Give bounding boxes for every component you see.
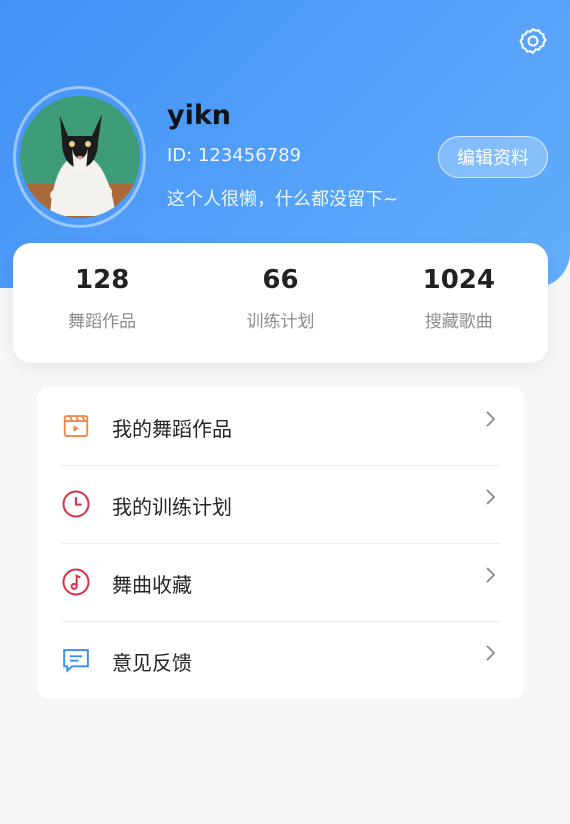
feedback-icon — [63, 649, 89, 673]
username: yikn — [167, 100, 232, 131]
stat-label: 舞蹈作品 — [68, 312, 137, 332]
clock-icon — [62, 490, 90, 518]
menu-list: 我的舞蹈作品 我的训练计划 舞曲收藏 意见反馈 — [37, 387, 524, 699]
menu-item-label: 我的舞蹈作品 — [112, 417, 232, 441]
cat-photo — [19, 96, 140, 218]
stat-value: 66 — [262, 265, 299, 295]
music-note-icon — [62, 568, 90, 596]
menu-item-label: 我的训练计划 — [112, 495, 232, 519]
chevron-right-icon — [486, 567, 496, 583]
gear-icon[interactable] — [518, 26, 548, 56]
stat-label: 搜藏歌曲 — [424, 312, 493, 332]
stat-value: 128 — [75, 265, 130, 295]
stat-dance-works[interactable]: 128 舞蹈作品 — [13, 243, 191, 363]
stat-training-plans[interactable]: 66 训练计划 — [191, 243, 369, 363]
avatar-ring — [13, 86, 146, 228]
menu-item-label: 舞曲收藏 — [112, 573, 192, 597]
stat-label: 训练计划 — [246, 312, 315, 332]
user-id: ID: 123456789 — [167, 145, 302, 166]
menu-item-saved-music[interactable]: 舞曲收藏 — [37, 543, 524, 621]
chevron-right-icon — [486, 411, 496, 427]
menu-item-feedback[interactable]: 意见反馈 — [37, 621, 524, 699]
stats-card: 128 舞蹈作品 66 训练计划 1024 搜藏歌曲 — [13, 243, 548, 363]
menu-item-training-plans[interactable]: 我的训练计划 — [37, 465, 524, 543]
chevron-right-icon — [486, 489, 496, 505]
menu-item-dance-works[interactable]: 我的舞蹈作品 — [37, 387, 524, 465]
chevron-right-icon — [486, 645, 496, 661]
edit-profile-button[interactable]: 编辑资料 — [438, 136, 548, 178]
menu-item-label: 意见反馈 — [112, 651, 192, 675]
avatar[interactable] — [19, 96, 140, 218]
user-bio: 这个人很懒，什么都没留下~ — [167, 189, 399, 210]
stat-value: 1024 — [422, 265, 495, 295]
video-icon — [63, 415, 89, 437]
stat-saved-songs[interactable]: 1024 搜藏歌曲 — [370, 243, 548, 363]
